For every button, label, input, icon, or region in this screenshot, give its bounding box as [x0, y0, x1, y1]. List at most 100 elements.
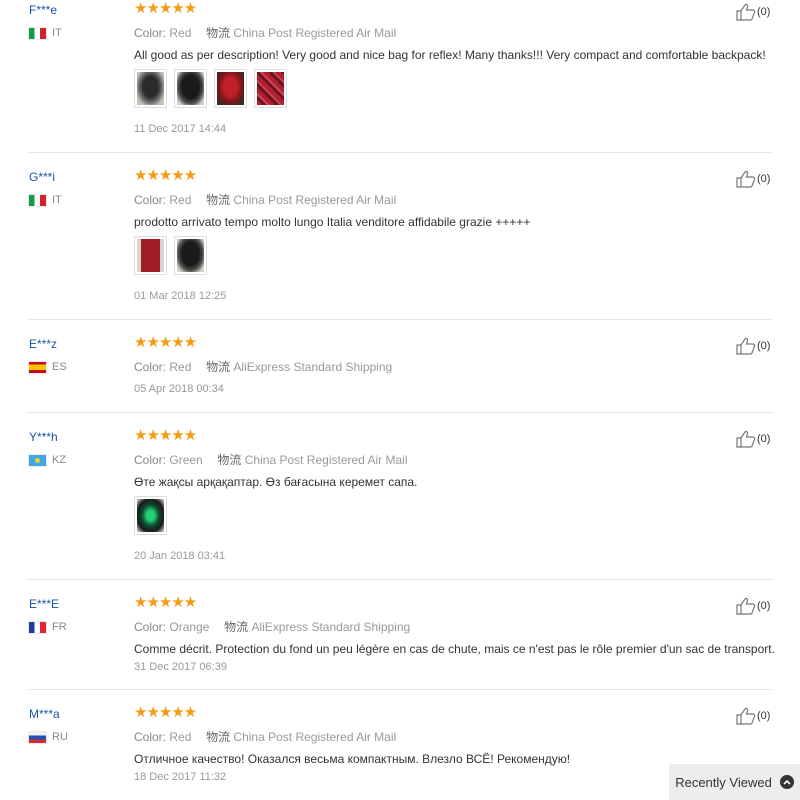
review-photos [134, 496, 167, 535]
order-info: Color: Orange 物流 AliExpress Standard Shi… [134, 618, 410, 635]
color-label: Color: [134, 193, 167, 207]
color-value: Red [169, 193, 192, 207]
shipping-label: 物流 [217, 453, 242, 467]
review-date: 31 Dec 2017 06:39 [134, 661, 227, 673]
order-info: Color: Red 物流 China Post Registered Air … [134, 728, 396, 745]
helpful-count: (0) [757, 6, 771, 18]
shipping-method: China Post Registered Air Mail [244, 453, 408, 467]
divider [28, 689, 772, 690]
shipping-method: China Post Registered Air Mail [233, 730, 397, 744]
color-label: Color: [134, 453, 167, 467]
thumbs-up-icon [736, 3, 756, 21]
reviewer-country: KZ [29, 454, 66, 466]
reviewer-country: RU [29, 731, 68, 743]
review-date: 18 Dec 2017 11:32 [134, 771, 227, 783]
helpful-count: (0) [757, 710, 771, 722]
review-item: Y***h KZ ★★★★★ Color: Green 物流 China Pos… [0, 427, 800, 580]
recently-viewed-button[interactable]: Recently Viewed [669, 764, 800, 800]
helpful-button[interactable]: (0) [736, 337, 770, 355]
divider [28, 319, 772, 320]
review-item: F***e IT ★★★★★ Color: Red 物流 China Post … [0, 0, 800, 153]
shipping-method: AliExpress Standard Shipping [233, 360, 393, 374]
review-photo-thumbnail[interactable] [214, 69, 247, 108]
helpful-count: (0) [757, 433, 771, 445]
helpful-count: (0) [757, 173, 771, 185]
star-rating: ★★★★★ [134, 427, 197, 444]
reviewer-name[interactable]: M***a [29, 707, 60, 721]
shipping-label: 物流 [206, 193, 231, 207]
color-value: Red [169, 730, 192, 744]
review-date: 01 Mar 2018 12:25 [134, 290, 227, 302]
divider [28, 579, 772, 580]
review-photos [134, 236, 207, 275]
review-text: All good as per description! Very good a… [134, 48, 766, 62]
divider [28, 412, 772, 413]
thumbs-up-icon [736, 597, 756, 615]
helpful-button[interactable]: (0) [736, 170, 770, 188]
reviewer-name[interactable]: F***e [29, 3, 57, 17]
france-flag-icon [29, 621, 46, 633]
shipping-label: 物流 [206, 26, 231, 40]
color-label: Color: [134, 730, 167, 744]
shipping-method: China Post Registered Air Mail [233, 26, 397, 40]
order-info: Color: Red 物流 AliExpress Standard Shippi… [134, 358, 392, 375]
thumbs-up-icon [736, 430, 756, 448]
reviewer-name[interactable]: E***E [29, 597, 59, 611]
recently-viewed-label: Recently Viewed [675, 774, 772, 790]
reviewer-name[interactable]: Y***h [29, 430, 58, 444]
review-photo-thumbnail[interactable] [174, 236, 207, 275]
review-text: Отличное качество! Оказался весьма компа… [134, 752, 571, 766]
helpful-count: (0) [757, 340, 771, 352]
color-label: Color: [134, 360, 167, 374]
review-photos [134, 69, 287, 108]
review-text: Comme décrit. Protection du fond un peu … [134, 642, 775, 656]
shipping-method: AliExpress Standard Shipping [251, 620, 411, 634]
review-date: 11 Dec 2017 14:44 [134, 123, 227, 135]
order-info: Color: Red 物流 China Post Registered Air … [134, 191, 396, 208]
review-item: G***i IT ★★★★★ Color: Red 物流 China Post … [0, 167, 800, 320]
helpful-button[interactable]: (0) [736, 597, 770, 615]
color-label: Color: [134, 26, 167, 40]
thumbs-up-icon [736, 707, 756, 725]
helpful-button[interactable]: (0) [736, 707, 770, 725]
star-rating: ★★★★★ [134, 594, 197, 611]
helpful-button[interactable]: (0) [736, 430, 770, 448]
color-value: Red [169, 26, 192, 40]
review-photo-thumbnail[interactable] [134, 496, 167, 535]
reviewer-country: ES [29, 361, 67, 373]
shipping-label: 物流 [224, 620, 249, 634]
star-rating: ★★★★★ [134, 334, 197, 351]
review-photo-thumbnail[interactable] [134, 69, 167, 108]
order-info: Color: Green 物流 China Post Registered Ai… [134, 451, 408, 468]
reviewer-country: FR [29, 621, 67, 633]
reviewer-name[interactable]: E***z [29, 337, 57, 351]
reviewer-country: IT [29, 27, 62, 39]
helpful-count: (0) [757, 600, 771, 612]
kazakhstan-flag-icon [29, 454, 46, 466]
shipping-label: 物流 [206, 730, 231, 744]
review-text: prodotto arrivato tempo molto lungo Ital… [134, 215, 531, 229]
italy-flag-icon [29, 27, 46, 39]
order-info: Color: Red 物流 China Post Registered Air … [134, 24, 396, 41]
reviewer-country: IT [29, 194, 62, 206]
chevron-up-icon [779, 775, 794, 789]
star-rating: ★★★★★ [134, 0, 197, 17]
review-photo-thumbnail[interactable] [174, 69, 207, 108]
color-value: Green [169, 453, 203, 467]
review-list: F***e IT ★★★★★ Color: Red 物流 China Post … [0, 0, 800, 800]
review-date: 05 Apr 2018 00:34 [134, 383, 224, 395]
country-code: RU [52, 731, 68, 743]
country-code: KZ [52, 454, 67, 466]
country-code: FR [52, 621, 67, 633]
shipping-method: China Post Registered Air Mail [233, 193, 397, 207]
color-value: Orange [169, 620, 210, 634]
review-photo-thumbnail[interactable] [134, 236, 167, 275]
star-rating: ★★★★★ [134, 167, 197, 184]
color-value: Red [169, 360, 192, 374]
review-photo-thumbnail[interactable] [254, 69, 287, 108]
star-rating: ★★★★★ [134, 704, 197, 721]
country-code: IT [52, 27, 62, 39]
reviewer-name[interactable]: G***i [29, 170, 55, 184]
color-label: Color: [134, 620, 167, 634]
helpful-button[interactable]: (0) [736, 3, 770, 21]
